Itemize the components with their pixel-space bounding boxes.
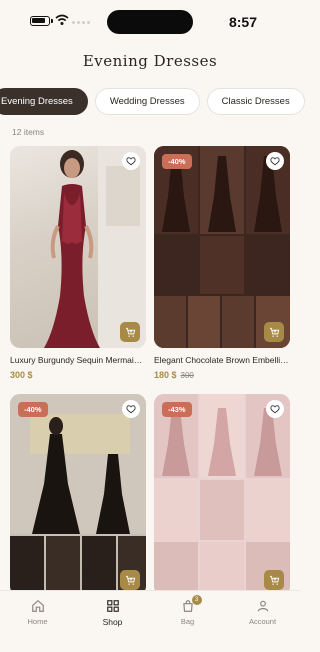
product-price: 300 $ xyxy=(10,370,146,380)
add-to-cart-button[interactable] xyxy=(120,322,140,342)
current-price: 180 $ xyxy=(154,370,177,380)
heart-icon xyxy=(270,157,280,166)
heart-icon xyxy=(126,157,136,166)
cart-plus-icon xyxy=(269,327,279,337)
current-price: 300 $ xyxy=(10,370,33,380)
chip-classic-dresses[interactable]: Classic Dresses xyxy=(206,88,305,115)
account-icon xyxy=(257,600,268,612)
favorite-button[interactable] xyxy=(122,152,140,170)
dress-illustration xyxy=(44,146,146,348)
add-to-cart-button[interactable] xyxy=(264,570,284,590)
cart-plus-icon xyxy=(269,575,279,585)
product-image[interactable] xyxy=(10,146,146,348)
heart-icon xyxy=(270,405,280,414)
product-price: 180 $300 xyxy=(154,370,290,380)
tab-home[interactable]: Home xyxy=(8,599,68,652)
dynamic-island xyxy=(107,10,193,34)
tab-bag[interactable]: 3 Bag xyxy=(158,595,218,652)
product-image[interactable]: -43% xyxy=(154,394,290,596)
product-name[interactable]: Elegant Chocolate Brown Embellished Even… xyxy=(154,355,290,365)
dress-collage-illustration xyxy=(10,394,146,596)
product-image[interactable]: -40% xyxy=(10,394,146,596)
product-card[interactable]: -40% Elegant Chocolate Brown Embellished… xyxy=(154,146,290,380)
tab-account[interactable]: Account xyxy=(233,599,293,652)
wifi-icon xyxy=(55,14,69,25)
discount-badge: -40% xyxy=(162,154,192,169)
cart-plus-icon xyxy=(125,575,135,585)
status-bar: 8:57 xyxy=(0,0,300,44)
grid-icon xyxy=(106,600,119,612)
chip-wedding-dresses[interactable]: Wedding Dresses xyxy=(94,88,200,115)
tab-label: Home xyxy=(27,617,48,626)
status-time: 8:57 xyxy=(228,14,257,30)
favorite-button[interactable] xyxy=(266,152,284,170)
product-image[interactable]: -40% xyxy=(154,146,290,348)
product-card[interactable]: -43% xyxy=(154,394,290,596)
battery-icon xyxy=(30,16,50,26)
tab-label: Bag xyxy=(180,617,195,626)
old-price: 300 xyxy=(180,371,194,380)
bag-count-badge: 3 xyxy=(191,595,202,605)
favorite-button[interactable] xyxy=(266,400,284,418)
heart-icon xyxy=(126,405,136,414)
tab-label: Account xyxy=(248,617,277,626)
dress-collage-illustration xyxy=(154,146,290,348)
chip-evening-dresses[interactable]: Evening Dresses xyxy=(0,88,88,115)
favorite-button[interactable] xyxy=(122,400,140,418)
signal-icon xyxy=(72,21,90,24)
product-card[interactable]: -40% xyxy=(10,394,146,596)
product-name[interactable]: Luxury Burgundy Sequin Mermaid Evening D… xyxy=(10,355,146,365)
home-icon xyxy=(31,599,44,612)
page-title: Evening Dresses xyxy=(82,52,218,70)
cart-plus-icon xyxy=(125,327,135,337)
add-to-cart-button[interactable] xyxy=(264,322,284,342)
tab-label: Shop xyxy=(102,617,123,627)
battery-tip xyxy=(51,19,53,23)
add-to-cart-button[interactable] xyxy=(120,570,140,590)
tab-shop[interactable]: Shop xyxy=(83,599,143,652)
bottom-tab-bar: Home Shop 3 Bag Account xyxy=(0,590,300,652)
category-chips: Evening Dresses Wedding Dresses Classic … xyxy=(0,88,305,115)
dress-collage-illustration xyxy=(154,394,290,596)
discount-badge: -43% xyxy=(162,402,192,417)
discount-badge: -40% xyxy=(18,402,48,417)
product-card[interactable]: Luxury Burgundy Sequin Mermaid Evening D… xyxy=(10,146,146,380)
item-count: 12 items xyxy=(12,127,45,137)
